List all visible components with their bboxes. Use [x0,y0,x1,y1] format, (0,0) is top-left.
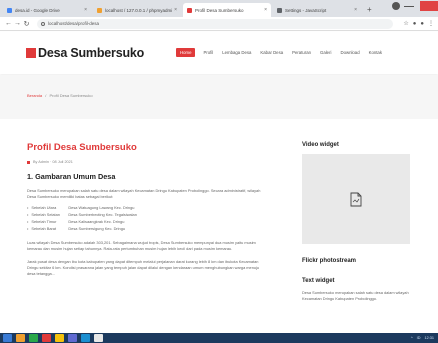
video-placeholder[interactable] [302,154,410,244]
menu-dots-icon[interactable]: ⋮ [428,20,434,27]
file-icon [350,192,362,206]
menu-item-home[interactable]: Home [176,48,196,57]
bullet-icon: • [27,219,29,224]
logo-text: Desa Sumbersuko [38,46,145,60]
browser-tabbar: desa.id - Google Drive × localhost / 127… [0,0,438,17]
post-meta-text: By Admin · 08 Juli 2021 [33,160,73,164]
breadcrumb-home-link[interactable]: Beranda [27,93,42,98]
flickr-widget-title: Flickr photostream [302,258,357,264]
extension-area: ☆ ● ● ⋮ [399,20,434,28]
forward-icon[interactable]: → [13,20,22,27]
tray-chevron-icon[interactable]: ^ [411,336,413,340]
tab-title: localhost / 127.0.0.1 / phpmyadmin [105,7,173,13]
tab-title: desa.id - Google Drive [15,7,60,13]
star-icon[interactable]: ☆ [403,20,408,27]
site-info-icon[interactable] [41,21,45,26]
tab-title: Profil Desa Sumbersuko [195,7,244,13]
minimize-icon[interactable] [404,5,414,7]
browser-toolbar: ← → ↻ localhost/desa/profil-desa ☆ ● ● ⋮ [0,17,438,31]
browser-tab[interactable]: localhost / 127.0.0.1 / phpmyadmin × [93,3,181,17]
site-logo[interactable]: Desa Sumbersuko [26,46,144,60]
border-label: Sebelah Selatan [31,212,60,218]
profile-avatar-icon[interactable] [392,2,400,10]
breadcrumb-band: Beranda / Profil Desa Sumbersuko [0,75,438,119]
border-value: Desa Sumbersigung Kec. Dringu [68,225,126,231]
author-icon [27,160,30,164]
logo-square-icon [26,48,36,58]
tab-close-icon[interactable]: × [354,7,357,13]
border-value: Desa Watuagung Lawang Kec. Dringu [68,205,135,211]
list-item: • Sebelah Utara Desa Watuagung Lawang Ke… [27,205,267,212]
border-label: Sebelah Utara [31,205,57,211]
taskbar-app-icon[interactable] [29,334,38,342]
menu-item-kontak[interactable]: Kontak [369,50,382,55]
list-item: • Sebelah Selatan Desa Sumberbecting Kec… [27,212,267,219]
back-icon[interactable]: ← [4,20,13,27]
breadcrumb: Beranda / Profil Desa Sumbersuko [27,93,93,98]
browser-tab[interactable]: Settings - JavaScript × [273,3,361,17]
text-widget-body: Desa Sumbersuko merupakan salah satu des… [302,290,409,301]
tray-language[interactable]: ID [417,336,421,340]
extension-icon[interactable]: ● [413,21,417,27]
article-paragraph: Luas wilayah Desa Sumbersuko adalah 303,… [27,239,256,251]
system-tray: ^ ID 12:31 [407,334,434,342]
window-close-button[interactable] [420,1,438,11]
start-icon[interactable] [3,334,12,342]
menu-item-profil[interactable]: Profil [203,50,213,55]
article-paragraph: Jarak pusat desa dengan ibu kota kabupat… [27,259,260,277]
browser-tab[interactable]: desa.id - Google Drive × [3,3,91,17]
os-taskbar: ^ ID 12:31 [0,333,438,343]
breadcrumb-current: Profil Desa Sumbersuko [49,93,93,98]
taskbar-app-icon[interactable] [42,334,51,342]
taskbar-app-icon[interactable] [16,334,25,342]
tab-close-icon[interactable]: × [174,7,177,13]
menu-item-kabar-desa[interactable]: Kabar Desa [260,50,283,55]
site-header: Desa Sumbersuko Home Profil Lembaga Desa… [0,32,438,74]
menu-item-peraturan[interactable]: Peraturan [292,50,311,55]
tab-title: Settings - JavaScript [285,7,327,13]
article: Profil Desa Sumbersuko By Admin · 08 Jul… [27,142,267,278]
page-title: Profil Desa Sumbersuko [27,142,137,153]
new-tab-button[interactable]: + [363,3,376,17]
breadcrumb-separator: / [45,93,47,98]
taskbar-app-icon[interactable] [81,334,90,342]
tab-favicon-icon [97,7,102,13]
tab-close-icon[interactable]: × [84,7,87,13]
browser-tab-active[interactable]: Profil Desa Sumbersuko × [183,3,271,17]
list-item: • Sebelah Timur Desa Kalisaangkrak Kec. … [27,219,267,226]
bullet-icon: • [27,205,29,211]
border-list: • Sebelah Utara Desa Watuagung Lawang Ke… [27,205,267,232]
tab-close-icon[interactable]: × [264,7,267,13]
border-value: Desa Sumberbecting Kec. Tegalsiwalan [68,212,137,218]
border-label: Sebelah Barat [31,225,57,231]
section-title: 1. Gambaran Umum Desa [27,172,116,181]
bullet-icon: • [27,212,29,218]
article-paragraph: Desa Sumbersuko merupakan salah satu des… [27,188,261,200]
tab-favicon-icon [277,7,282,13]
text-widget-title: Text widget [302,278,335,284]
taskbar-app-icon[interactable] [68,334,77,342]
tray-clock[interactable]: 12:31 [424,336,434,340]
taskbar-app-icon[interactable] [94,334,103,342]
border-value: Desa Kalisaangkrak Kec. Dringu [68,219,125,224]
url-text: localhost/desa/profil-desa [48,21,100,26]
menu-item-galeri[interactable]: Galeri [320,50,331,55]
extension-icon[interactable]: ● [420,21,424,27]
menu-item-lembaga-desa[interactable]: Lembaga Desa [222,50,251,55]
reload-icon[interactable]: ↻ [22,20,31,28]
bullet-icon: • [27,225,29,231]
tab-favicon-icon [7,7,12,13]
list-item: • Sebelah Barat Desa Sumbersigung Kec. D… [27,226,267,233]
tab-favicon-icon [187,7,192,13]
address-bar[interactable]: localhost/desa/profil-desa [37,18,394,29]
menu-item-download[interactable]: Download [340,50,359,55]
post-meta: By Admin · 08 Juli 2021 [27,160,267,164]
window-controls [392,0,438,12]
border-label: Sebelah Timur [31,219,57,224]
sidebar: Video widget Flickr photostream Text wid… [302,142,410,302]
taskbar-app-icon[interactable] [55,334,64,342]
video-widget-title: Video widget [302,142,339,148]
main-menu: Home Profil Lembaga Desa Kabar Desa Pera… [176,48,391,57]
